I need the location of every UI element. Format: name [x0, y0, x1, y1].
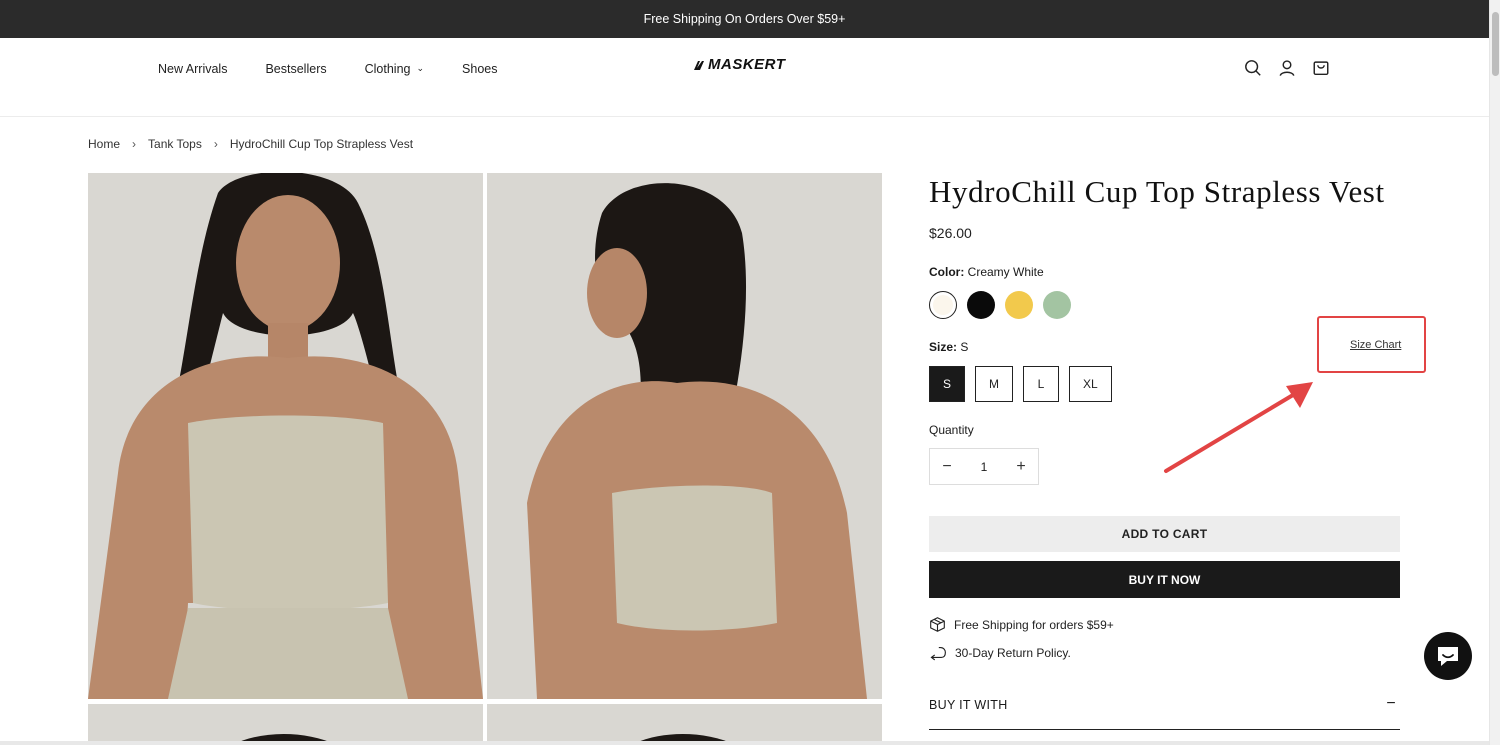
chat-widget-button[interactable]: [1424, 632, 1472, 680]
product-title: HydroChill Cup Top Strapless Vest: [929, 174, 1385, 209]
nav-label: Clothing: [364, 62, 411, 76]
perk-shipping-text: Free Shipping for orders $59+: [954, 617, 1114, 632]
scrollbar[interactable]: [1489, 0, 1500, 745]
search-icon[interactable]: [1244, 59, 1262, 77]
announcement-bar: Free Shipping On Orders Over $59+: [0, 0, 1489, 38]
product-image-3[interactable]: [88, 704, 483, 745]
nav-item-clothing[interactable]: Clothing ⌄: [365, 62, 424, 76]
size-option-l[interactable]: L: [1023, 366, 1060, 402]
color-value: Creamy White: [967, 265, 1044, 279]
account-icon[interactable]: [1278, 59, 1296, 77]
size-option-xl[interactable]: XL: [1069, 366, 1112, 402]
page-bottom-edge: [0, 741, 1489, 745]
plus-icon[interactable]: +: [1014, 458, 1028, 476]
quantity-label: Quantity: [929, 423, 974, 437]
swatch-yellow[interactable]: [1005, 291, 1033, 319]
product-image-front[interactable]: [88, 173, 483, 699]
size-label-key: Size:: [929, 340, 958, 354]
return-arrow-icon: [930, 647, 946, 661]
minus-icon[interactable]: −: [940, 458, 954, 476]
color-label: Color: Creamy White: [929, 265, 1044, 279]
header-icons: [1244, 59, 1330, 77]
breadcrumb-tank-tops[interactable]: Tank Tops: [148, 137, 202, 151]
size-value: S: [960, 340, 969, 354]
swatch-creamy-white[interactable]: [929, 291, 957, 319]
nav-item-shoes[interactable]: Shoes: [462, 62, 497, 76]
breadcrumb-home[interactable]: Home: [88, 137, 120, 151]
size-options: S M L XL: [929, 366, 1112, 402]
quantity-value[interactable]: 1: [981, 460, 988, 474]
perk-returns: 30-Day Return Policy.: [929, 644, 1071, 661]
swatch-black[interactable]: [967, 291, 995, 319]
accordion-title: BUY IT WITH: [929, 698, 1008, 712]
nav-item-bestsellers[interactable]: Bestsellers: [265, 62, 326, 76]
page: Free Shipping On Orders Over $59+ New Ar…: [0, 0, 1500, 745]
annotation-arrow-icon: [1164, 382, 1313, 473]
accordion-buy-it-with[interactable]: BUY IT WITH −: [929, 690, 1400, 730]
site-header: New Arrivals Bestsellers Clothing ⌄ Shoes…: [0, 38, 1489, 117]
chevron-down-icon: ⌄: [416, 62, 425, 73]
nav-label: Shoes: [462, 62, 498, 76]
nav-item-new-arrivals[interactable]: New Arrivals: [158, 62, 227, 76]
minus-icon: −: [1386, 695, 1396, 712]
buy-it-now-button[interactable]: BUY IT NOW: [929, 561, 1400, 598]
brand-logo[interactable]: MASKERT: [692, 56, 785, 73]
cart-icon[interactable]: [1312, 59, 1330, 77]
product-price: $26.00: [929, 225, 972, 241]
breadcrumb-current: HydroChill Cup Top Strapless Vest: [229, 137, 414, 151]
chevron-right-icon: ›: [132, 137, 137, 151]
size-option-s[interactable]: S: [929, 366, 966, 402]
main-nav: New Arrivals Bestsellers Clothing ⌄ Shoes: [158, 38, 497, 100]
scrollbar-thumb[interactable]: [1492, 12, 1499, 76]
announcement-text: Free Shipping On Orders Over $59+: [643, 12, 846, 26]
box-icon: [930, 617, 945, 632]
perk-returns-text: 30-Day Return Policy.: [955, 645, 1071, 660]
product-image-4[interactable]: [487, 704, 882, 745]
color-label-key: Color:: [929, 265, 965, 279]
chevron-right-icon: ›: [213, 137, 218, 151]
nav-label: New Arrivals: [158, 62, 228, 76]
nav-label: Bestsellers: [265, 62, 327, 76]
swatch-sage[interactable]: [1043, 291, 1071, 319]
quantity-stepper: − 1 +: [929, 448, 1039, 485]
color-swatches: [929, 291, 1071, 319]
size-option-m[interactable]: M: [975, 366, 1014, 402]
add-to-cart-button[interactable]: ADD TO CART: [929, 516, 1400, 552]
product-image-back[interactable]: [487, 173, 882, 699]
chat-bubble-icon: [1438, 647, 1458, 666]
perk-shipping: Free Shipping for orders $59+: [929, 616, 1114, 633]
size-label: Size: S: [929, 340, 968, 354]
breadcrumb: Home › Tank Tops › HydroChill Cup Top St…: [88, 137, 413, 151]
logo-mark-icon: [694, 60, 704, 70]
size-chart-link[interactable]: Size Chart: [1350, 339, 1401, 351]
logo-text: MASKERT: [708, 56, 786, 73]
